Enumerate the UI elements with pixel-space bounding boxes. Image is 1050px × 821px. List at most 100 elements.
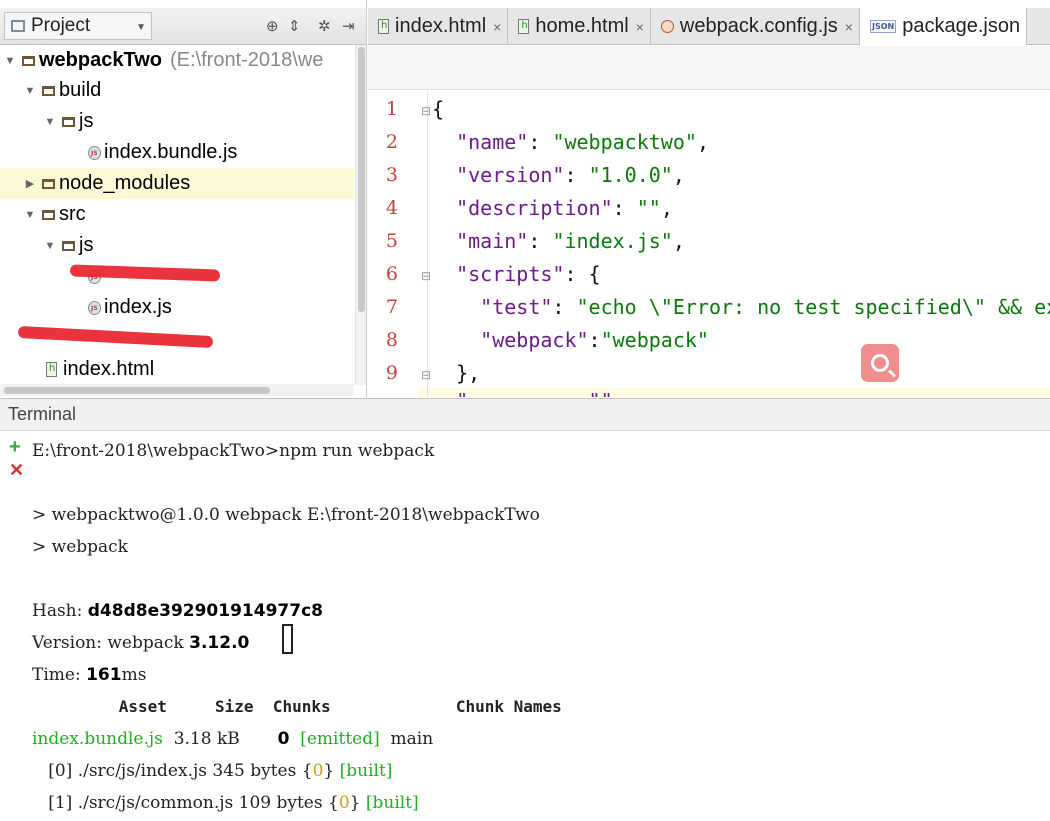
json-file-icon: JSON [869,20,897,33]
terminal-version-line: Version: webpack 3.12.0 [32,633,250,653]
tree-item-build[interactable]: ▼ build [0,75,354,106]
terminal-command: E:\front-2018\webpackTwo>npm run webpack [32,441,435,461]
code-line-5[interactable]: "main": "index.js", [432,229,685,253]
code-line-7[interactable]: "test": "echo \"Error: no test specified… [432,295,1050,319]
code-line-2[interactable]: "name": "webpacktwo", [432,130,709,154]
terminal-module-row: [1] ./src/js/common.js 109 bytes {0} [bu… [32,793,419,813]
folder-icon [62,116,75,127]
tree-item-bundle-file[interactable]: index.bundle.js [0,137,354,168]
project-view-label: Project [31,15,91,36]
tree-item-build-js[interactable]: ▼ js [0,106,354,137]
tree-item-label: index.bundle.js [104,141,238,163]
expand-arrow-icon[interactable]: ▼ [44,240,56,252]
editor-tab-bar: index.html × home.html × webpack.config.… [368,8,1050,45]
tab-label: index.html [395,15,487,37]
expand-arrow-icon[interactable]: ▼ [24,85,36,97]
code-line-9[interactable]: }, [432,361,480,385]
terminal-title: Terminal [8,404,77,424]
terminal-header: Terminal [0,398,1050,431]
folder-icon [42,209,55,220]
tree-item-index-html[interactable]: index.html [0,354,354,385]
line-number: 8 [385,329,398,351]
tab-package-json[interactable]: JSON package.json [859,8,1028,45]
project-horizontal-scrollbar[interactable] [0,384,354,396]
hide-panel-icon[interactable]: ⇥ [342,17,355,35]
close-icon[interactable]: × [845,19,853,35]
tree-item-src-js[interactable]: ▼ js [0,230,354,261]
line-number: 2 [385,131,398,153]
expand-arrow-icon[interactable]: ▼ [44,116,56,128]
fold-marker-icon[interactable]: ⊟ [421,104,431,118]
tree-item-label: index.html [63,358,155,380]
tab-label: home.html [535,15,629,37]
tree-item-label: js [79,110,94,132]
tree-item-src[interactable]: ▼ src [0,199,354,230]
project-vertical-scrollbar[interactable] [355,45,366,385]
close-session-icon[interactable]: ✕ [9,460,24,481]
code-line-1[interactable]: { [432,97,444,121]
line-number: 1 [385,98,398,120]
expand-arrow-icon[interactable]: ▶ [24,177,36,190]
line-number: 3 [385,164,398,186]
folder-icon [62,240,75,251]
folder-icon [42,178,55,189]
tree-item-node-modules[interactable]: ▶ node_modules [0,168,354,199]
terminal-time-line: Time: 161ms [32,665,147,685]
close-icon[interactable]: × [493,19,501,35]
terminal-module-row: [0] ./src/js/index.js 345 bytes {0} [bui… [32,761,393,781]
tree-item-label: webpackTwo [39,49,162,71]
tab-home-html[interactable]: home.html × [508,8,651,45]
collapse-all-icon[interactable]: ⇕ [288,17,301,35]
fold-marker-icon[interactable]: ⊟ [421,269,431,283]
folder-icon [42,85,55,96]
line-number: 7 [385,296,398,318]
project-panel-header: Project ▼ ⊕ ⇕ ✲ ⇥ [0,8,366,45]
gear-icon[interactable]: ✲ [318,17,331,35]
line-number: 9 [385,362,398,384]
tree-item-root[interactable]: ▼ webpackTwo (E:\front-2018\we [0,45,354,76]
html-file-icon [46,362,57,377]
new-session-icon[interactable]: + [9,436,21,459]
terminal-cursor[interactable] [282,624,293,654]
js-file-icon [88,145,101,160]
terminal-hash-line: Hash: d48d8e392901914977c8 [32,601,323,621]
code-line-6[interactable]: "scripts": { [432,262,601,286]
line-number-gutter: 1 2 3 4 5 6 7 8 9 [368,91,418,397]
terminal-output-line: > webpacktwo@1.0.0 webpack E:\front-2018… [32,505,540,525]
scroll-from-source-icon[interactable]: ⊕ [266,17,279,35]
terminal-table-header: Asset Size Chunks Chunk Names [32,697,562,716]
tab-label: webpack.config.js [679,15,838,37]
expand-arrow-icon[interactable]: ▼ [24,209,36,221]
js-file-icon [88,300,101,315]
floating-search-button[interactable] [861,344,899,382]
code-line-3[interactable]: "version": "1.0.0", [432,163,685,187]
terminal-toolbar [0,432,28,821]
tree-item-label: node_modules [59,172,191,194]
tree-item-label: build [59,79,102,101]
project-panel: Project ▼ ⊕ ⇕ ✲ ⇥ ▼ webpackTwo (E:\front… [0,0,367,397]
tab-label: package.json [902,15,1021,37]
editor-breadcrumb-bar [368,46,1050,90]
tab-index-html[interactable]: index.html × [368,8,509,45]
terminal-asset-row: index.bundle.js 3.18 kB 0 [emitted] main [32,729,434,749]
search-icon [871,354,889,372]
html-file-icon [378,19,389,34]
code-line-8[interactable]: "webpack":"webpack" [432,328,709,352]
code-line-4[interactable]: "description": "", [432,196,673,220]
code-line-10[interactable]: " "" [432,389,613,397]
editor-panel: index.html × home.html × webpack.config.… [368,0,1050,397]
tree-item-src-index-js[interactable]: index.js [0,292,354,323]
line-number: 5 [385,230,398,252]
html-file-icon [518,19,530,34]
project-icon [11,20,25,32]
chevron-down-icon: ▼ [136,22,146,33]
close-icon[interactable]: × [636,19,644,35]
expand-arrow-icon[interactable]: ▼ [4,55,16,67]
tree-item-label: index.js [104,296,172,318]
fold-marker-icon[interactable]: ⊟ [421,368,431,382]
webpack-file-icon [660,20,674,33]
project-view-dropdown[interactable]: Project ▼ [4,12,152,40]
folder-icon [22,55,35,66]
tree-item-path: (E:\front-2018\we [170,49,324,71]
tab-webpack-config[interactable]: webpack.config.js × [651,8,860,45]
